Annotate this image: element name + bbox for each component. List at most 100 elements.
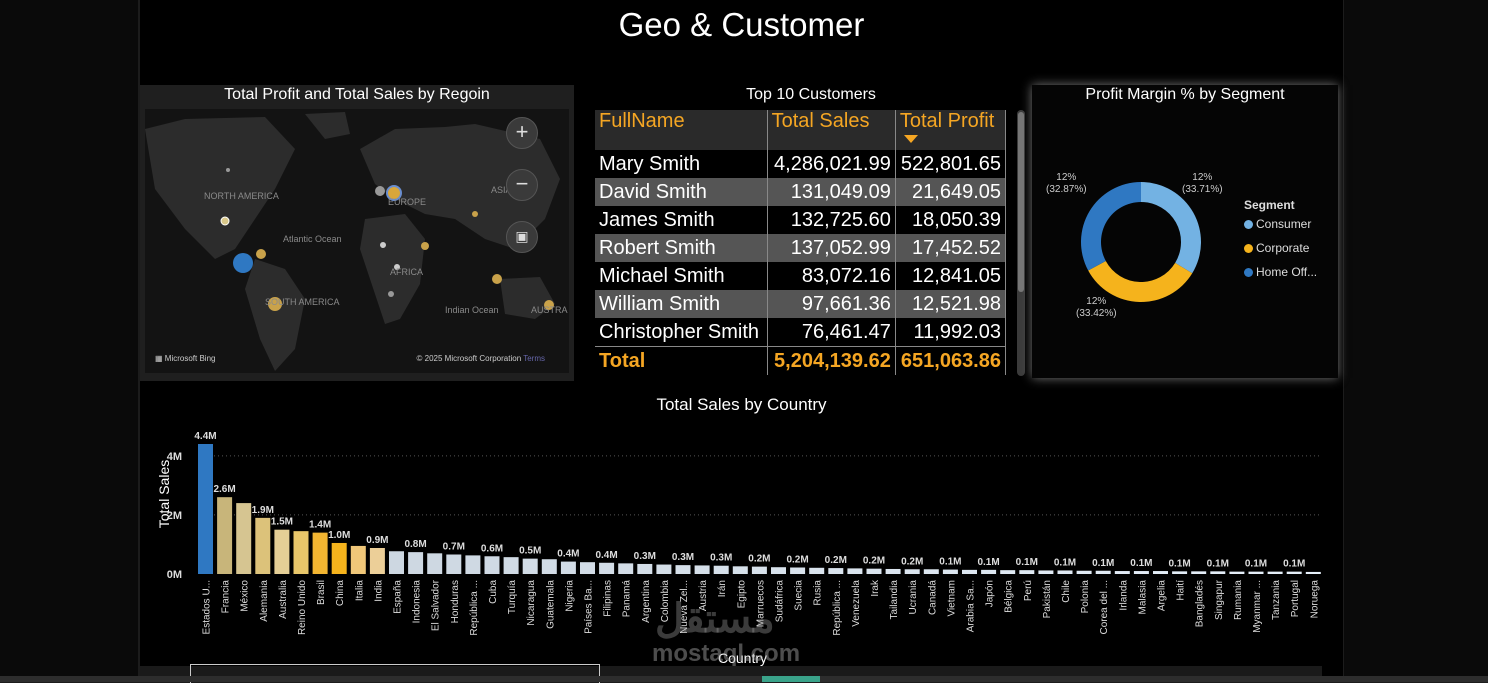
bar[interactable] [1038,570,1054,574]
bar[interactable] [809,567,825,574]
legend-item-corporate[interactable]: Corporate [1244,241,1309,255]
bar[interactable] [1267,571,1283,574]
bar[interactable] [618,563,634,574]
page-tabs[interactable] [0,676,1488,682]
bar[interactable] [904,569,920,574]
bar[interactable] [1000,570,1016,574]
bar[interactable] [1019,570,1035,574]
bar[interactable] [541,559,557,574]
bar[interactable] [427,553,443,574]
map-bubble[interactable] [256,249,266,259]
bar[interactable] [408,552,424,574]
bar[interactable] [369,548,385,574]
bar[interactable] [217,497,233,574]
bar[interactable] [866,568,882,574]
bar[interactable] [675,565,691,574]
bar[interactable] [522,558,538,574]
table-row[interactable]: Robert Smith 137,052.99 17,452.52 [595,234,1007,262]
bar[interactable] [1153,571,1168,574]
bar[interactable] [350,545,366,574]
table-row[interactable]: Christopher Smith 76,461.47 11,992.03 [595,318,1007,347]
table-row[interactable]: William Smith 97,661.36 12,521.98 [595,290,1007,318]
bar[interactable] [484,556,500,574]
legend-item-consumer[interactable]: Consumer [1244,217,1311,231]
bar[interactable] [1286,571,1302,574]
table-scrollbar[interactable] [1017,110,1025,376]
bar[interactable] [1172,571,1188,574]
bar[interactable] [503,557,519,574]
col-header-total-profit[interactable]: Total Profit [895,110,1007,150]
bar[interactable] [1095,570,1111,574]
active-page-tab[interactable] [762,676,820,682]
right-margin [1344,0,1488,682]
bar[interactable] [293,531,309,574]
map-bubble[interactable] [421,242,429,250]
bar[interactable] [713,565,729,574]
map-bubble[interactable] [233,253,253,273]
map-bubble[interactable] [380,242,386,248]
bar[interactable] [446,554,462,575]
bar[interactable] [637,563,653,574]
bar[interactable] [1133,571,1149,574]
bar[interactable] [981,569,997,574]
bar[interactable] [923,569,939,574]
zoom-in-button[interactable]: + [506,117,538,149]
map-bubble[interactable] [226,168,230,172]
bar[interactable] [732,566,748,574]
bar[interactable] [1076,570,1092,574]
scrollbar-thumb[interactable] [1018,112,1024,292]
bar[interactable] [312,532,328,574]
table-cell: Mary Smith [595,150,768,178]
table-row[interactable]: Mary Smith 4,286,021.99 522,801.65 [595,150,1007,178]
bar[interactable] [962,569,977,574]
bar[interactable] [828,568,844,574]
bar[interactable] [1229,571,1245,574]
bar[interactable] [771,567,786,574]
map-visual[interactable]: Total Profit and Total Sales by Regoin N… [140,85,574,381]
select-region-icon[interactable]: ▣ [506,221,538,253]
table-row[interactable]: David Smith 131,049.09 21,649.05 [595,178,1007,206]
x-tick-label: Argelia [1157,580,1168,612]
legend-item-home-office[interactable]: Home Off... [1244,265,1317,279]
bar[interactable] [274,529,290,574]
bar[interactable] [198,444,213,574]
donut-slice[interactable] [1081,182,1141,271]
col-header-total-sales[interactable]: Total Sales [767,110,896,150]
bar[interactable] [694,565,710,574]
terms-link[interactable]: Terms [523,354,545,363]
bar[interactable] [560,561,576,574]
bar-data-label: 2.6M [213,484,235,495]
bar[interactable] [942,569,958,574]
map-bubble[interactable] [492,274,502,284]
bar[interactable] [790,567,806,575]
map-bubble[interactable] [375,186,385,196]
bar[interactable] [331,542,347,574]
map-bubble[interactable] [388,291,394,297]
bar[interactable] [751,566,767,574]
bar[interactable] [389,551,404,574]
map-title: Total Profit and Total Sales by Regoin [224,86,490,103]
bar[interactable] [847,568,863,574]
col-header-fullname[interactable]: FullName [595,110,768,150]
bar-data-label: 0.1M [1092,558,1114,569]
zoom-out-button[interactable]: − [506,169,538,201]
bar[interactable] [1210,571,1226,574]
map-canvas[interactable]: NORTH AMERICA Atlantic Ocean SOUTH AMERI… [145,109,569,373]
bar[interactable] [599,562,615,574]
bar[interactable] [1248,571,1264,574]
map-bubble[interactable] [472,211,478,217]
bar-data-label: 0.2M [901,556,923,567]
bar[interactable] [1305,571,1321,574]
map-bubble[interactable] [220,216,230,226]
bar[interactable] [236,503,252,574]
bar[interactable] [1057,570,1073,574]
bar[interactable] [580,562,595,574]
bar[interactable] [885,568,901,574]
bar[interactable] [255,517,271,574]
bar[interactable] [656,564,672,574]
table-row[interactable]: James Smith 132,725.60 18,050.39 [595,206,1007,234]
table-row[interactable]: Michael Smith 83,072.16 12,841.05 [595,262,1007,290]
bar[interactable] [1191,571,1207,574]
bar[interactable] [1114,571,1130,574]
bar[interactable] [465,555,481,574]
